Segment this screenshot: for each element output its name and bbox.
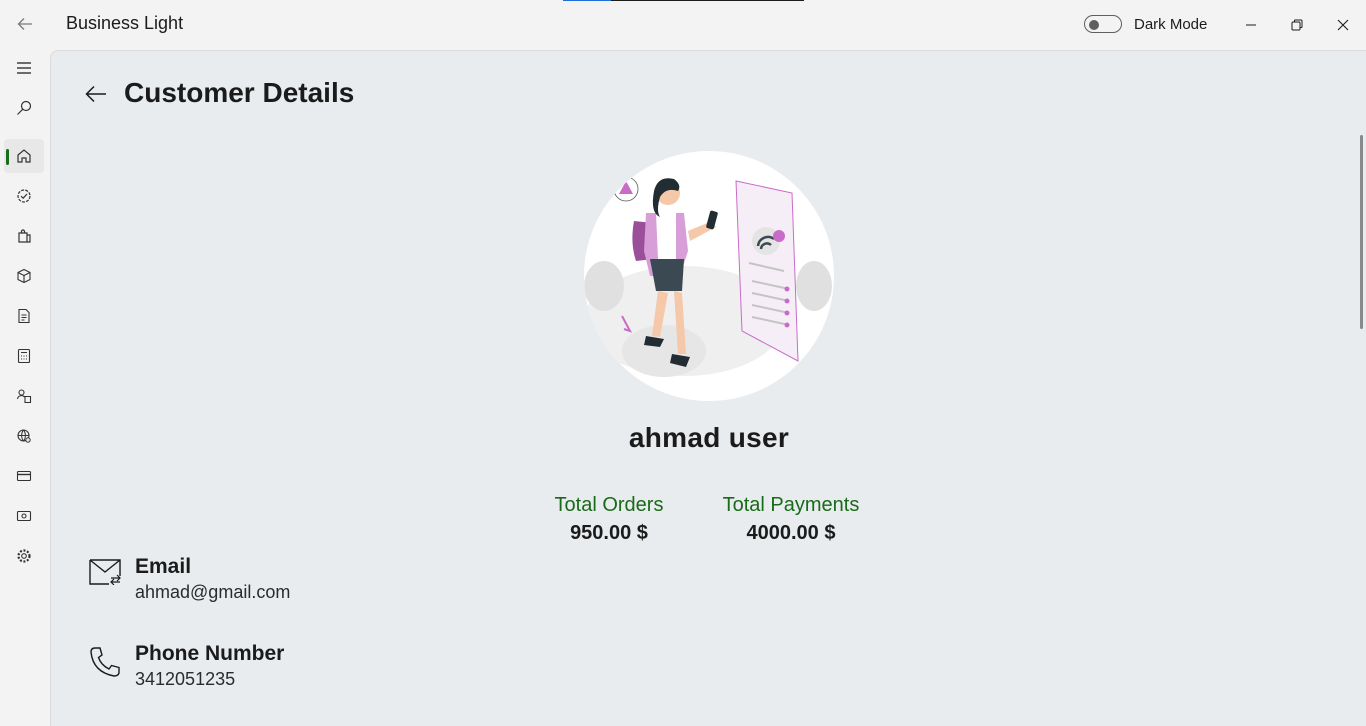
total-orders-label: Total Orders (554, 494, 664, 516)
nav-item-shopping[interactable] (4, 219, 44, 253)
nav-item-cash[interactable] (4, 499, 44, 533)
total-payments-value: 4000.00 $ (746, 522, 836, 544)
toggle-switch[interactable] (1084, 15, 1122, 33)
drag-region (611, 0, 804, 1)
calculator-icon (17, 348, 31, 364)
document-icon (18, 308, 30, 324)
drag-region-accent (563, 0, 611, 1)
restore-button[interactable] (1281, 10, 1313, 40)
total-payments-stat: Total Payments 4000.00 $ (706, 494, 876, 545)
phone-value: 3412051235 (135, 669, 236, 689)
nav-item-customers[interactable] (4, 379, 44, 413)
nav-item-web[interactable] (4, 419, 44, 453)
dark-mode-toggle[interactable]: Dark Mode (1084, 15, 1207, 33)
shopping-bag-icon (18, 229, 31, 243)
total-orders-value: 950.00 $ (570, 522, 648, 544)
app-title: Business Light (66, 13, 184, 33)
nav-item-invoices[interactable] (4, 299, 44, 333)
customer-name: ahmad user (628, 422, 790, 453)
box-icon (17, 268, 31, 284)
back-arrow-icon (17, 18, 32, 30)
credit-card-icon (16, 470, 32, 482)
home-icon (17, 149, 31, 163)
page-back-button[interactable] (81, 79, 111, 109)
nav-item-settings[interactable] (4, 539, 44, 573)
nav-search[interactable] (4, 91, 44, 125)
restore-icon (1291, 19, 1303, 31)
total-payments-label: Total Payments (722, 494, 860, 516)
close-button[interactable] (1327, 10, 1359, 40)
back-arrow-icon (85, 85, 106, 103)
nav-item-payments[interactable] (4, 459, 44, 493)
dark-mode-label: Dark Mode (1134, 15, 1208, 33)
check-badge-icon (17, 189, 31, 203)
nav-item-products[interactable] (4, 259, 44, 293)
search-icon (17, 100, 32, 115)
woman-with-phone-illustration (584, 176, 832, 377)
settings-icon (17, 549, 31, 563)
page-title: Customer Details (124, 77, 355, 108)
total-orders-stat: Total Orders 950.00 $ (539, 494, 679, 545)
customer-avatar (584, 151, 834, 401)
minimize-button[interactable] (1235, 10, 1267, 40)
toggle-knob (1089, 19, 1099, 30)
globe-icon (17, 429, 31, 443)
selection-indicator (6, 149, 9, 165)
content-panel: Customer Details ahmad user Total Orders… (50, 50, 1366, 726)
hamburger-menu-icon (17, 62, 31, 74)
email-value: ahmad@gmail.com (135, 582, 291, 602)
navigation-rail (0, 50, 48, 726)
nav-item-home[interactable] (4, 139, 44, 173)
email-label: Email (135, 555, 192, 578)
people-icon (16, 389, 32, 404)
money-icon (16, 510, 32, 522)
close-icon (1337, 19, 1349, 31)
nav-item-calculator[interactable] (4, 339, 44, 373)
window-back-button[interactable] (10, 10, 40, 38)
title-bar: Business Light Dark Mode (0, 0, 1366, 50)
email-exchange-icon (89, 559, 121, 585)
vertical-scrollbar[interactable] (1360, 135, 1363, 329)
nav-menu-toggle[interactable] (4, 51, 44, 85)
phone-label: Phone Number (135, 642, 285, 665)
nav-item-orders[interactable] (4, 179, 44, 213)
phone-icon (90, 647, 120, 677)
minimize-icon (1246, 24, 1256, 26)
